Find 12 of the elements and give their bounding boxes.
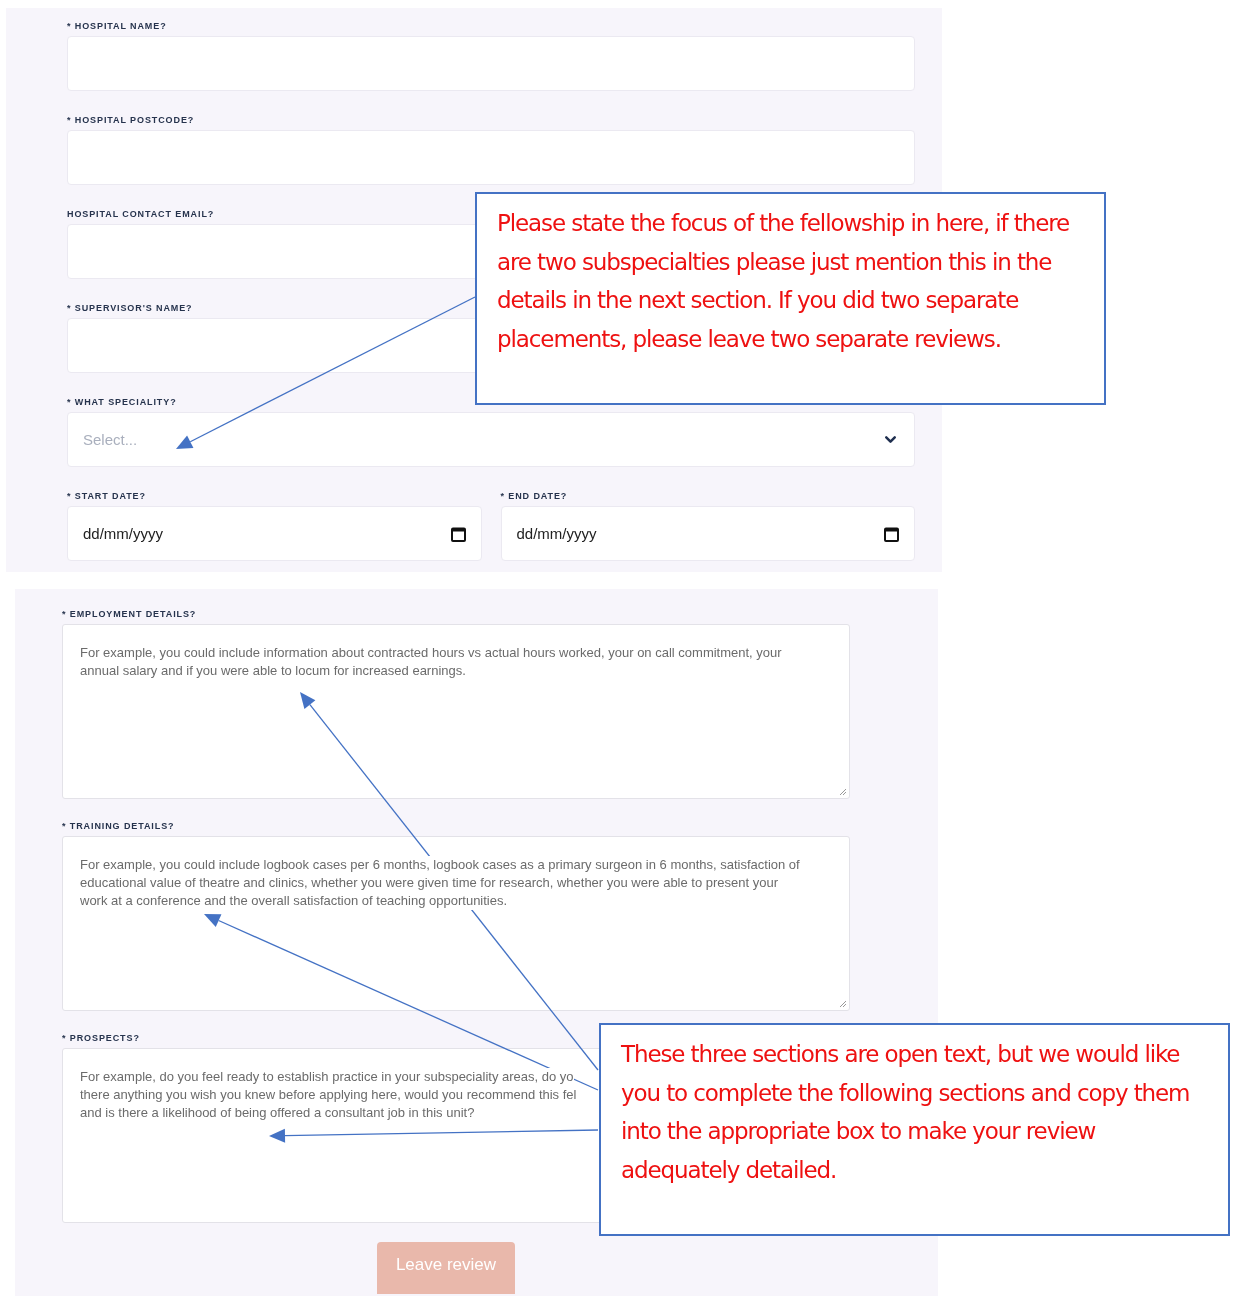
field-label: * START DATE? (67, 492, 147, 500)
field-label: * END DATE? (500, 492, 569, 500)
annotation-tooltip: Please state the focus of the fellowship in here, if there are two subspecialties please just mention this in the details in the next section. If you did two separate placements, please leave two separate reviews. (475, 192, 1106, 405)
annotation-tooltip: These three sections are open text, but we would like you to complete the following sections and copy them into the appropriate box to make your review adequately detailed. (599, 1023, 1230, 1236)
field-label: * PROSPECTS? (62, 1034, 141, 1042)
field-label: * EMPLOYMENT DETAILS? (62, 610, 198, 618)
field-label: * TRAINING DETAILS? (62, 822, 176, 830)
field-label: HOSPITAL CONTACT EMAIL? (67, 210, 216, 218)
field-label: * HOSPITAL POSTCODE? (67, 116, 196, 124)
field-label: * HOSPITAL NAME? (67, 22, 168, 30)
field-label: * WHAT SPECIALITY? (67, 398, 178, 406)
field-label: * SUPERVISOR'S NAME? (67, 304, 194, 312)
